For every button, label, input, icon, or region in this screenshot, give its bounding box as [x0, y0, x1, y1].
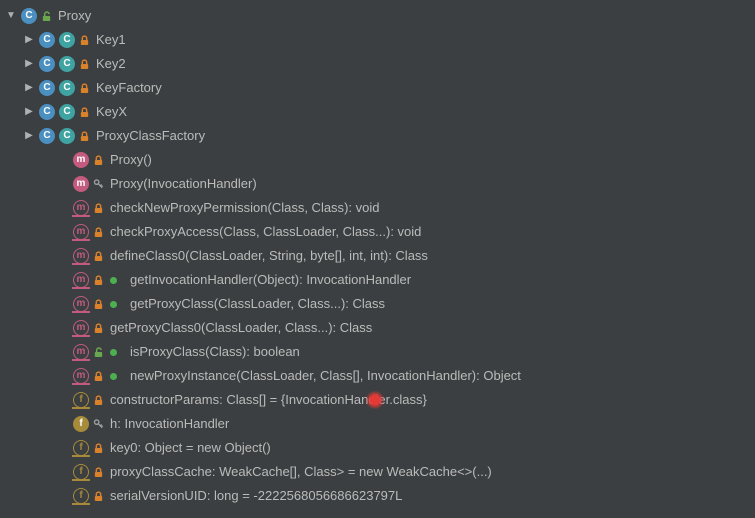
node-label: Proxy(InvocationHandler)	[110, 172, 257, 196]
node-label: constructorParams: Class[] = {Invocation…	[110, 388, 427, 412]
inner-class-node[interactable]: ▶CC ProxyClassFactory	[0, 124, 755, 148]
node-label: newProxyInstance(ClassLoader, Class[], I…	[130, 364, 521, 388]
lock-open-icon	[40, 10, 52, 22]
lock-closed-icon	[78, 34, 90, 46]
public-api-icon	[104, 343, 122, 361]
protected-key-icon	[92, 418, 104, 430]
expand-arrow-icon[interactable]: ▼	[4, 4, 18, 28]
protected-key-icon	[92, 178, 104, 190]
field-node[interactable]: ▶f h: InvocationHandler	[0, 412, 755, 436]
node-label: Key2	[96, 52, 126, 76]
lock-closed-icon	[92, 226, 104, 238]
expand-arrow-icon[interactable]: ▶	[22, 28, 36, 52]
structure-tree: ▼C Proxy▶CC Key1▶CC Key2▶CC KeyFactory▶C…	[0, 4, 755, 508]
method-node[interactable]: ▶m defineClass0(ClassLoader, String, byt…	[0, 244, 755, 268]
method-node[interactable]: ▶m checkNewProxyPermission(Class, Class)…	[0, 196, 755, 220]
method-node[interactable]: ▶m newProxyInstance(ClassLoader, Class[]…	[0, 364, 755, 388]
public-api-icon	[104, 295, 122, 313]
lock-closed-icon	[92, 322, 104, 334]
node-label: getProxyClass0(ClassLoader, Class...): C…	[110, 316, 372, 340]
lock-closed-icon	[78, 58, 90, 70]
lock-closed-icon	[92, 466, 104, 478]
class-node-proxy[interactable]: ▼C Proxy	[0, 4, 755, 28]
node-label: KeyX	[96, 100, 127, 124]
node-label: Proxy()	[110, 148, 152, 172]
lock-closed-icon	[92, 154, 104, 166]
lock-closed-icon	[92, 490, 104, 502]
inner-class-node[interactable]: ▶CC Key1	[0, 28, 755, 52]
inner-class-node[interactable]: ▶CC Key2	[0, 52, 755, 76]
expand-arrow-icon[interactable]: ▶	[22, 76, 36, 100]
node-label: getProxyClass(ClassLoader, Class...): Cl…	[130, 292, 385, 316]
node-label: isProxyClass(Class): boolean	[130, 340, 300, 364]
lock-closed-icon	[92, 370, 104, 382]
lock-closed-icon	[78, 106, 90, 118]
field-node[interactable]: ▶f constructorParams: Class[] = {Invocat…	[0, 388, 755, 412]
lock-closed-icon	[92, 274, 104, 286]
node-label: checkNewProxyPermission(Class, Class): v…	[110, 196, 379, 220]
method-node[interactable]: ▶m getProxyClass0(ClassLoader, Class...)…	[0, 316, 755, 340]
method-node[interactable]: ▶m getInvocationHandler(Object): Invocat…	[0, 268, 755, 292]
expand-arrow-icon[interactable]: ▶	[22, 100, 36, 124]
method-node[interactable]: ▶m Proxy(InvocationHandler)	[0, 172, 755, 196]
node-label: Key1	[96, 28, 126, 52]
node-label: KeyFactory	[96, 76, 162, 100]
lock-closed-icon	[78, 130, 90, 142]
node-label: proxyClassCache: WeakCache[], Class> = n…	[110, 460, 492, 484]
node-label: getInvocationHandler(Object): Invocation…	[130, 268, 411, 292]
class-icon: C	[20, 7, 38, 25]
public-api-icon	[104, 271, 122, 289]
node-label: defineClass0(ClassLoader, String, byte[]…	[110, 244, 428, 268]
method-node[interactable]: ▶m getProxyClass(ClassLoader, Class...):…	[0, 292, 755, 316]
node-label: h: InvocationHandler	[110, 412, 229, 436]
lock-closed-icon	[92, 202, 104, 214]
public-api-icon	[104, 367, 122, 385]
lock-open-icon	[92, 346, 104, 358]
lock-closed-icon	[78, 82, 90, 94]
expand-arrow-icon[interactable]: ▶	[22, 52, 36, 76]
lock-closed-icon	[92, 442, 104, 454]
node-label: ProxyClassFactory	[96, 124, 205, 148]
method-node[interactable]: ▶m checkProxyAccess(Class, ClassLoader, …	[0, 220, 755, 244]
field-node[interactable]: ▶f serialVersionUID: long = -22225680566…	[0, 484, 755, 508]
method-node[interactable]: ▶m Proxy()	[0, 148, 755, 172]
inner-class-node[interactable]: ▶CC KeyX	[0, 100, 755, 124]
lock-closed-icon	[92, 250, 104, 262]
lock-closed-icon	[92, 394, 104, 406]
node-label: checkProxyAccess(Class, ClassLoader, Cla…	[110, 220, 421, 244]
expand-arrow-icon[interactable]: ▶	[22, 124, 36, 148]
method-node[interactable]: ▶m isProxyClass(Class): boolean	[0, 340, 755, 364]
inner-class-node[interactable]: ▶CC KeyFactory	[0, 76, 755, 100]
node-label: Proxy	[58, 4, 91, 28]
field-node[interactable]: ▶f proxyClassCache: WeakCache[], Class> …	[0, 460, 755, 484]
node-label: key0: Object = new Object()	[110, 436, 271, 460]
field-node[interactable]: ▶f key0: Object = new Object()	[0, 436, 755, 460]
lock-closed-icon	[92, 298, 104, 310]
node-label: serialVersionUID: long = -22225680566866…	[110, 484, 402, 508]
